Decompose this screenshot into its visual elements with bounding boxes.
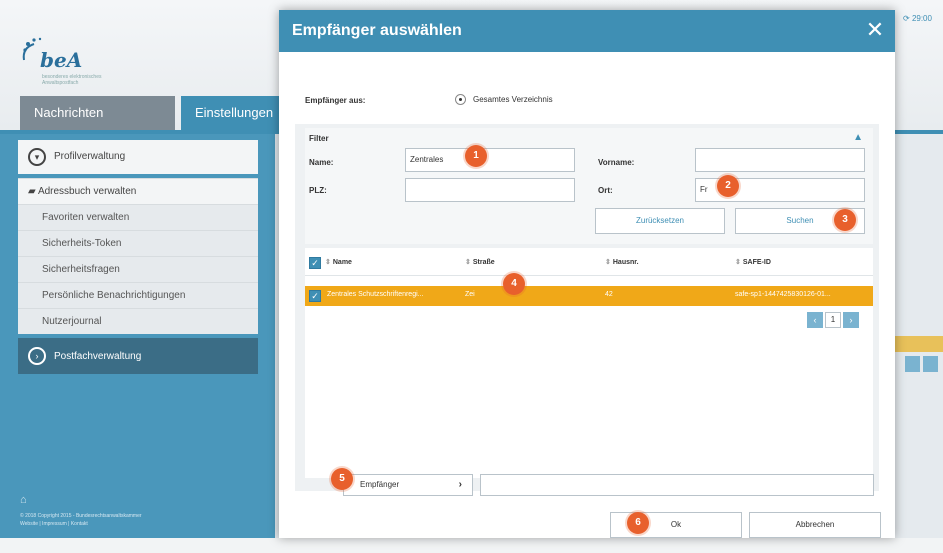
callout-badge-4: 4 — [503, 273, 525, 295]
results-table: ✓ ⇕ Name ⇕ Straße ⇕ Hausnr. ⇕ SAFE-ID ✓ Zent… — [305, 248, 873, 478]
building-icon: ⌂ — [20, 494, 27, 506]
zip-input[interactable] — [405, 178, 575, 202]
dialog-titlebar: Empfänger auswählen ✕ — [279, 10, 895, 52]
filter-panel: Filter ▲ Name: Zentrales Vorname: PLZ: O… — [305, 128, 873, 244]
column-name[interactable]: ⇕ Name — [325, 258, 352, 266]
sidebar-item-label: Profilverwaltung — [54, 151, 126, 162]
table-header: ✓ ⇕ Name ⇕ Straße ⇕ Hausnr. ⇕ SAFE-ID — [305, 250, 873, 276]
dialog-body: Empfänger aus: Gesamtes Verzeichnis Filt… — [295, 64, 879, 496]
radio-full-directory-label[interactable]: Gesamtes Verzeichnis — [473, 95, 553, 104]
dialog-title: Empfänger auswählen — [292, 22, 462, 39]
sidebar-item-postbox[interactable]: › Postfachverwaltung — [18, 338, 258, 374]
pager-next[interactable] — [923, 356, 938, 372]
bea-logo: beA besonderes elektronisches Anwaltspos… — [18, 30, 108, 90]
callout-badge-5: 5 — [331, 468, 353, 490]
selected-recipient-field[interactable] — [480, 474, 874, 496]
logo-text: beA — [40, 48, 83, 72]
name-input[interactable]: Zentrales — [405, 148, 575, 172]
bottom-bar — [0, 538, 943, 553]
chevron-right-icon: › — [458, 479, 462, 490]
background-selected-row — [895, 336, 943, 352]
cell-street: Zei — [465, 291, 475, 298]
row-checkbox[interactable]: ✓ — [309, 290, 321, 302]
callout-badge-3: 3 — [834, 209, 856, 231]
name-label: Name: — [309, 158, 334, 167]
table-row[interactable]: ✓ Zentrales Schutzschriftenregi... Zei 4… — [305, 286, 873, 306]
recipient-dialog: Empfänger auswählen ✕ Empfänger aus: Ges… — [279, 10, 895, 538]
background-pager — [905, 356, 939, 372]
recipient-source-row: Empfänger aus: Gesamtes Verzeichnis — [295, 64, 879, 124]
sidebar-item-security-questions[interactable]: Sicherheitsfragen — [18, 256, 258, 282]
recipients-from-label: Empfänger aus: — [305, 96, 366, 105]
sidebar-addressbook-section: ▰ Adressbuch verwalten Favoriten verwalt… — [18, 178, 258, 334]
cancel-button[interactable]: Abbrechen — [749, 512, 881, 538]
add-recipient-button[interactable]: Empfänger › — [343, 474, 473, 496]
footer-links[interactable]: Website | Impressum | Kontakt — [20, 520, 260, 528]
column-street[interactable]: ⇕ Straße — [465, 258, 495, 266]
book-icon: ▰ — [28, 186, 36, 197]
copyright: © 2018 Copyright 2015 - Bundesrechtsanwa… — [20, 513, 142, 519]
chevron-right-circle-icon: › — [28, 347, 46, 365]
sync-label: 29:00 — [911, 14, 932, 23]
tab-nachrichten[interactable]: Nachrichten — [20, 96, 175, 130]
sidebar-profile-section: ▾ Profilverwaltung — [18, 140, 258, 174]
main-tabs: Nachrichten Einstellungen — [20, 96, 281, 130]
filter-label: Filter — [309, 134, 329, 143]
next-page-button[interactable]: › — [843, 312, 859, 328]
close-icon[interactable]: ✕ — [863, 18, 887, 42]
column-house-number[interactable]: ⇕ Hausnr. — [605, 258, 639, 266]
footer-text: © 2018 Copyright 2015 - Bundesrechtsanwa… — [20, 512, 260, 528]
sidebar-item-label: Postfachverwaltung — [54, 350, 142, 362]
sort-icon: ⇕ — [465, 259, 471, 266]
firstname-label: Vorname: — [598, 158, 635, 167]
cell-name: Zentrales Schutzschriftenregi... — [327, 291, 424, 298]
cell-house-number: 42 — [605, 291, 613, 298]
pagination: ‹ 1 › — [807, 312, 859, 328]
sync-indicator[interactable]: ⟳ 29:00 — [903, 14, 932, 23]
firstname-input[interactable] — [695, 148, 865, 172]
sidebar-item-favorites[interactable]: Favoriten verwalten — [18, 204, 258, 230]
callout-badge-6: 6 — [627, 512, 649, 534]
sidebar: ▾ Profilverwaltung ▰ Adressbuch verwalte… — [0, 134, 275, 553]
tab-einstellungen[interactable]: Einstellungen — [181, 96, 281, 130]
sidebar-item-journal[interactable]: Nutzerjournal — [18, 308, 258, 334]
logo-subtext: besonderes elektronisches Anwaltspostfac… — [42, 74, 102, 86]
reset-button[interactable]: Zurücksetzen — [595, 208, 725, 234]
sort-icon: ⇕ — [605, 259, 611, 266]
chevron-up-icon[interactable]: ▲ — [853, 132, 863, 143]
chevron-down-circle-icon: ▾ — [28, 148, 46, 166]
pager-prev[interactable] — [905, 356, 920, 372]
sort-icon: ⇕ — [735, 259, 741, 266]
callout-badge-2: 2 — [717, 175, 739, 197]
sidebar-item-profile[interactable]: ▾ Profilverwaltung — [18, 140, 258, 174]
city-label: Ort: — [598, 186, 613, 195]
sidebar-item-label: Adressbuch verwalten — [37, 186, 137, 197]
page-number[interactable]: 1 — [825, 312, 841, 328]
select-all-checkbox[interactable]: ✓ — [309, 257, 321, 269]
callout-badge-1: 1 — [465, 145, 487, 167]
sidebar-item-notifications[interactable]: Persönliche Benachrichtigungen — [18, 282, 258, 308]
prev-page-button[interactable]: ‹ — [807, 312, 823, 328]
radio-full-directory[interactable] — [455, 94, 466, 105]
sync-icon: ⟳ — [903, 14, 910, 23]
sidebar-item-addressbook[interactable]: ▰ Adressbuch verwalten — [18, 178, 258, 204]
zip-label: PLZ: — [309, 186, 327, 195]
add-recipient-label: Empfänger — [360, 480, 400, 489]
sidebar-item-security-token[interactable]: Sicherheits-Token — [18, 230, 258, 256]
column-safe-id[interactable]: ⇕ SAFE-ID — [735, 258, 771, 266]
cell-safe-id: safe-sp1-1447425830126-01... — [735, 291, 831, 298]
sort-icon: ⇕ — [325, 259, 331, 266]
